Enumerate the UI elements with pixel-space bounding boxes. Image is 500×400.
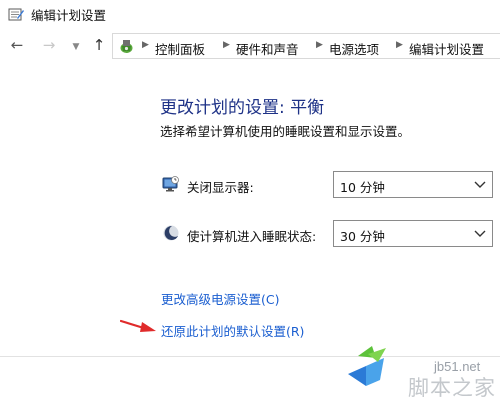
display-off-value: 10 分钟 — [340, 180, 385, 195]
navigation-bar: ← → ▼ ↑ ▶ 控制面板 ▶ 硬件和声音 ▶ 电源选项 ▶ 编辑计划设置 — [0, 31, 500, 61]
arrow-right-icon: → — [42, 36, 56, 54]
breadcrumb-hardware-sound[interactable]: 硬件和声音 — [236, 39, 299, 58]
sleep-label: 使计算机进入睡眠状态: — [187, 229, 317, 244]
back-button[interactable]: ← — [8, 36, 26, 54]
moon-icon — [163, 225, 179, 241]
display-off-label: 关闭显示器: — [187, 180, 254, 195]
edit-plan-icon — [8, 8, 24, 21]
advanced-power-settings-link[interactable]: 更改高级电源设置(C) — [161, 289, 279, 308]
forward-button[interactable]: → — [40, 36, 58, 54]
window-title: 编辑计划设置 — [31, 8, 107, 23]
chevron-down-icon: ▼ — [72, 42, 80, 52]
breadcrumb-separator[interactable]: ▶ — [142, 40, 149, 50]
title-bar: 编辑计划设置 — [0, 0, 500, 28]
page-subtitle: 选择希望计算机使用的睡眠设置和显示设置。 — [160, 124, 411, 139]
breadcrumb-control-panel[interactable]: 控制面板 — [155, 39, 205, 58]
monitor-icon — [162, 176, 179, 192]
chevron-down-icon — [474, 181, 486, 188]
page-title: 更改计划的设置: 平衡 — [160, 98, 325, 118]
breadcrumb-separator[interactable]: ▶ — [396, 40, 403, 50]
watermark-logo — [348, 346, 386, 386]
annotation-arrow — [120, 319, 156, 332]
arrow-up-icon: ↑ — [92, 36, 106, 54]
watermark-name: 脚本之家 — [408, 376, 496, 400]
footer-divider — [0, 356, 500, 357]
sleep-value: 30 分钟 — [340, 229, 385, 244]
breadcrumb-power-options[interactable]: 电源选项 — [329, 39, 379, 58]
window: 编辑计划设置 ← → ▼ ↑ ▶ 控制面板 ▶ 硬件和声音 ▶ 电源选项 ▶ 编… — [0, 0, 500, 400]
breadcrumb-separator[interactable]: ▶ — [223, 40, 230, 50]
recent-locations-button[interactable]: ▼ — [70, 38, 82, 56]
restore-defaults-link[interactable]: 还原此计划的默认设置(R) — [161, 321, 304, 340]
arrow-left-icon: ← — [10, 36, 24, 54]
power-options-icon — [120, 40, 133, 53]
address-bar[interactable]: ▶ 控制面板 ▶ 硬件和声音 ▶ 电源选项 ▶ 编辑计划设置 — [112, 33, 500, 59]
up-button[interactable]: ↑ — [90, 36, 108, 54]
sleep-select[interactable]: 30 分钟 — [333, 220, 493, 247]
breadcrumb-edit-plan[interactable]: 编辑计划设置 — [409, 39, 484, 58]
chevron-down-icon — [474, 230, 486, 237]
display-off-select[interactable]: 10 分钟 — [333, 171, 493, 198]
breadcrumb-separator[interactable]: ▶ — [316, 40, 323, 50]
